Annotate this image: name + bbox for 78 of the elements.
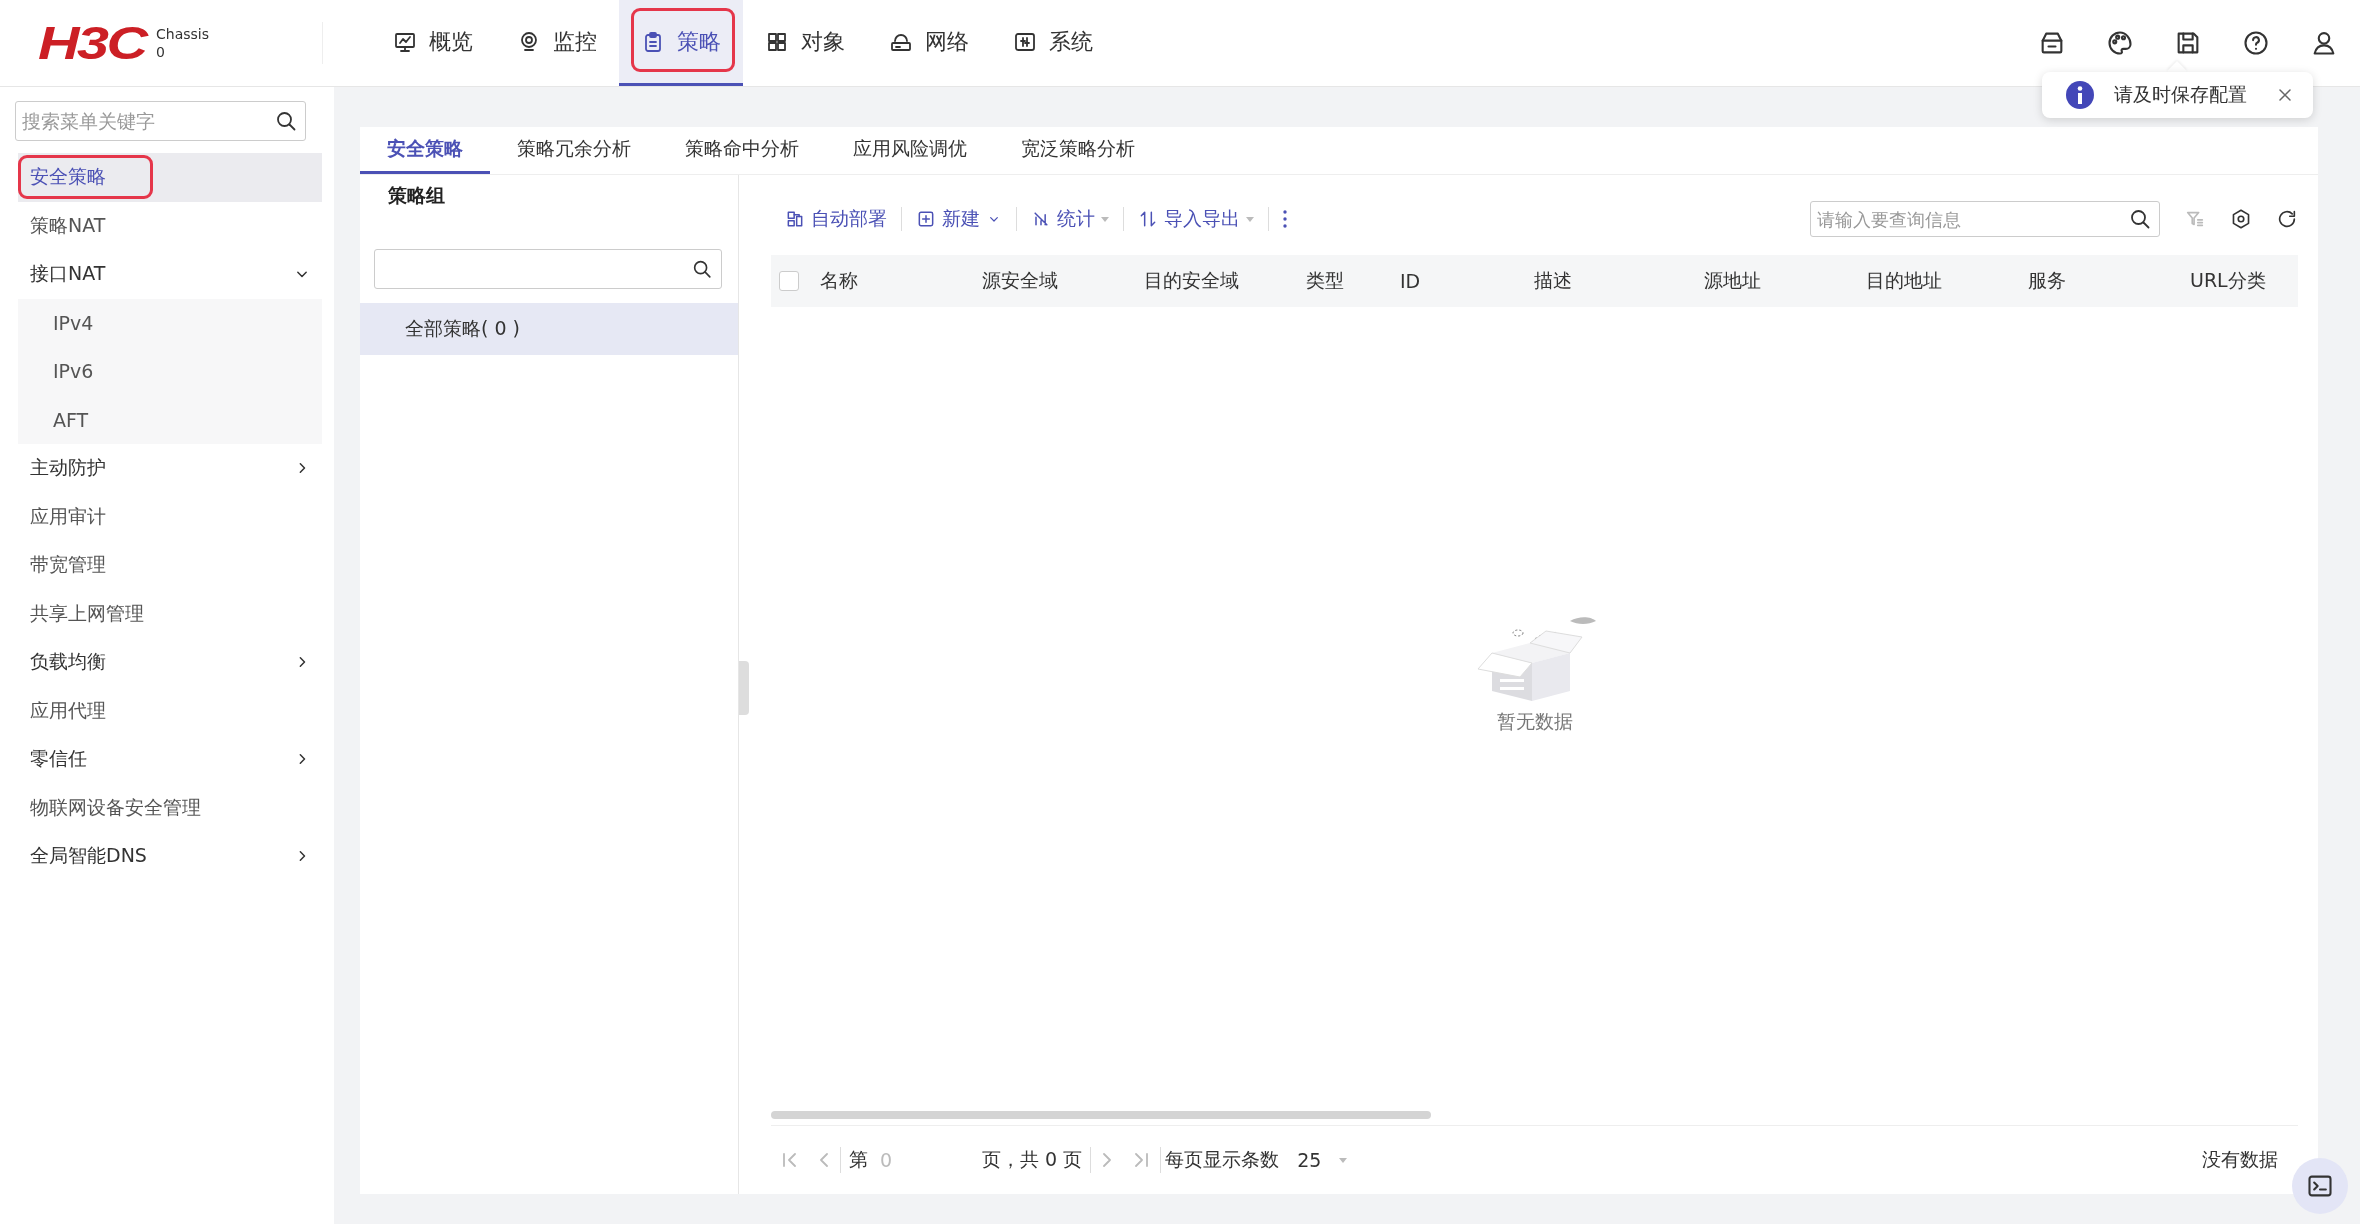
menu-item[interactable]: 共享上网管理 [18, 589, 322, 638]
toolbar-button[interactable]: 新建 [902, 203, 1016, 235]
brand-logo: H3C [38, 16, 146, 70]
toolbar-button[interactable]: 自动部署 [771, 203, 901, 235]
page-total: 页，共 0 页 [981, 1147, 1084, 1172]
page-tab[interactable]: 策略命中分析 [658, 127, 826, 174]
policy-group-item[interactable]: 全部策略( 0 ) [360, 303, 738, 355]
page-tab[interactable]: 安全策略 [360, 127, 490, 174]
next-page-icon[interactable] [1103, 1153, 1112, 1167]
sort-arrows-icon [1138, 209, 1158, 229]
menu-item[interactable]: 零信任 [18, 735, 322, 784]
submenu-item[interactable]: IPv4 [18, 298, 322, 347]
search-icon [2128, 207, 2152, 231]
more-icon [1283, 210, 1287, 228]
caret-icon [1339, 1157, 1348, 1163]
menu-item[interactable]: 带宽管理 [18, 541, 322, 590]
panel-resize-handle[interactable] [739, 661, 749, 715]
palette-icon [2106, 29, 2134, 57]
nav-tab[interactable]: 系统 [991, 0, 1115, 86]
page-label: 第 [848, 1147, 868, 1172]
search-icon [691, 258, 713, 280]
menu-item[interactable]: 安全策略 [18, 153, 322, 202]
submenu-item[interactable]: IPv6 [18, 347, 322, 396]
notice-text: 请及时保存配置 [2114, 82, 2247, 107]
plus-icon [916, 209, 936, 229]
column-header: 名称 [820, 268, 859, 293]
settings-icon [2230, 208, 2252, 230]
column-header: 源安全域 [982, 268, 1059, 293]
column-header: 描述 [1534, 268, 1573, 293]
panel-title: 策略组 [387, 183, 446, 208]
page-tab[interactable]: 策略冗余分析 [490, 127, 658, 174]
column-header: 源地址 [1704, 268, 1762, 293]
menu-item[interactable]: 主动防护 [18, 444, 322, 493]
column-header: 服务 [2028, 268, 2067, 293]
caret-icon [1246, 216, 1254, 222]
last-page-icon[interactable] [1135, 1153, 1149, 1167]
page-size-label: 每页显示条数 [1164, 1147, 1280, 1172]
layout-icon [785, 209, 805, 229]
refresh-icon [2276, 208, 2298, 230]
device-label: Chassis [156, 25, 210, 43]
menu-item[interactable]: 应用审计 [18, 492, 322, 541]
column-header: URL分类 [2190, 268, 2267, 293]
column-header: 类型 [1306, 268, 1345, 293]
horizontal-scrollbar[interactable] [771, 1111, 1431, 1119]
menu-search-field[interactable]: 搜索菜单关键字 [15, 101, 306, 141]
menu-item[interactable]: 策略NAT [18, 201, 322, 250]
menu-item[interactable]: 负载均衡 [18, 638, 322, 687]
nav-tab[interactable]: 监控 [495, 0, 619, 86]
query-search-field[interactable]: 请输入要查询信息 [1810, 201, 2160, 237]
first-page-icon[interactable] [783, 1153, 796, 1167]
caret-icon [1101, 216, 1109, 222]
terminal-button[interactable] [2292, 1158, 2348, 1214]
column-header: 目的地址 [1866, 268, 1943, 293]
menu-item[interactable]: 接口NAT [18, 250, 322, 299]
column-header: ID [1400, 270, 1422, 292]
column-header: 目的安全域 [1144, 268, 1240, 293]
device-value: 0 [156, 43, 166, 61]
menu-item[interactable]: 物联网设备安全管理 [18, 783, 322, 832]
nav-tab[interactable]: 网络 [867, 0, 991, 86]
nav-tab[interactable]: 概览 [371, 0, 495, 86]
toolbar-button[interactable]: 导入导出 [1124, 203, 1268, 235]
page-size-select[interactable]: 25 [1279, 1149, 1360, 1171]
help-icon [2242, 29, 2270, 57]
submenu-item[interactable]: AFT [18, 395, 322, 444]
menu-item[interactable]: 应用代理 [18, 686, 322, 735]
menu-item[interactable]: 全局智能DNS [18, 832, 322, 881]
previous-page-icon[interactable] [820, 1153, 828, 1167]
nav-tab[interactable]: 策略 [619, 0, 743, 86]
page-tab[interactable]: 应用风险调优 [826, 127, 994, 174]
group-search-field[interactable] [374, 249, 722, 289]
page-tab[interactable]: 宽泛策略分析 [994, 127, 1162, 174]
empty-state-text: 暂无数据 [1496, 709, 1573, 734]
nav-tab[interactable]: 对象 [743, 0, 867, 86]
toolbar-button[interactable]: 统计 [1017, 203, 1123, 235]
pagination-status: 没有数据 [2202, 1147, 2279, 1172]
search-icon [274, 109, 298, 133]
info-icon [2066, 81, 2094, 109]
select-all-checkbox[interactable] [779, 271, 799, 291]
